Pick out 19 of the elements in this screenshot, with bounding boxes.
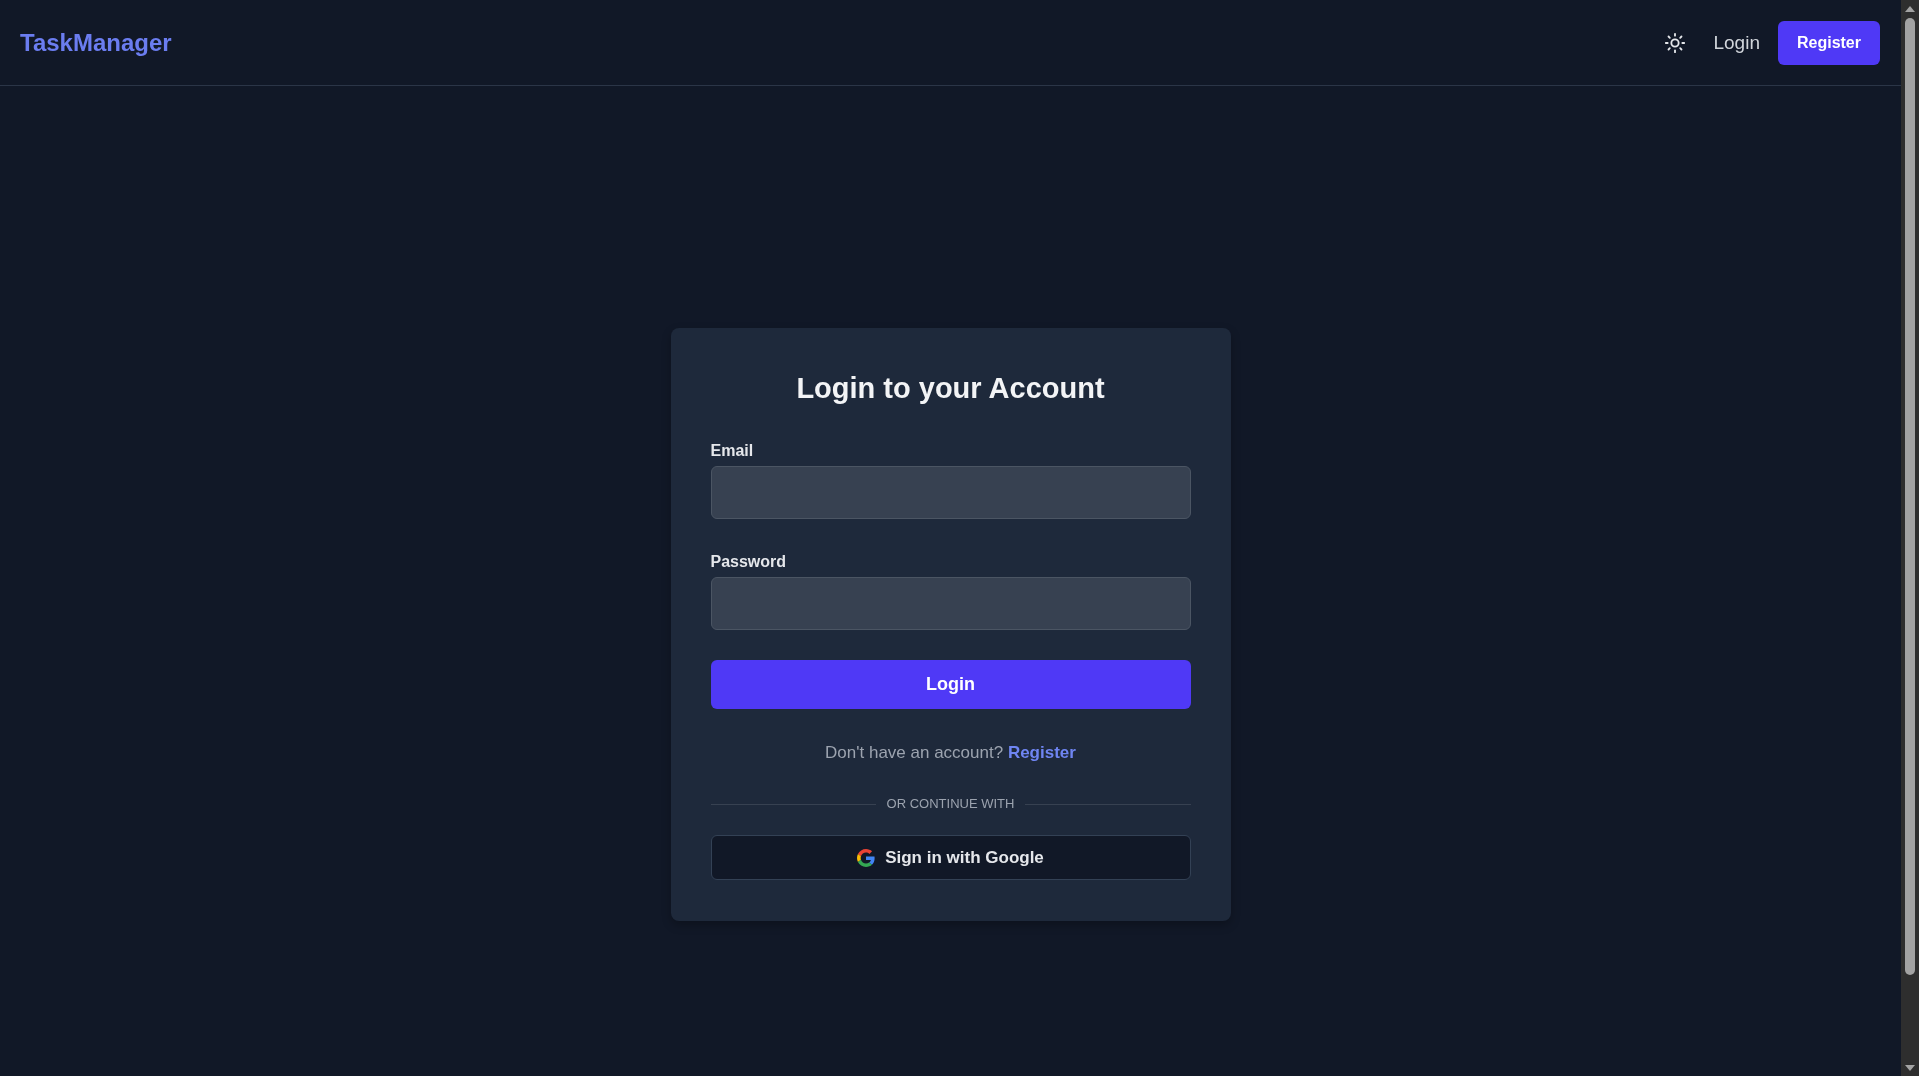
- input-field[interactable]: [710, 466, 1191, 519]
- card-title: Login to your Account: [795, 371, 1106, 406]
- signup-prompt: Don't have an account? Register: [824, 742, 1077, 764]
- register-link[interactable]: Register: [1007, 743, 1076, 762]
- down-arrow-icon[interactable]: [1905, 1065, 1915, 1071]
- field-label: Email: [710, 441, 754, 461]
- logo-link[interactable]: TaskManager: [20, 27, 172, 58]
- scrollbar[interactable]: [1901, 0, 1919, 1076]
- field-label: Password: [710, 552, 787, 572]
- scrollbar-thumb[interactable]: [1905, 18, 1915, 975]
- google-sign-in-button[interactable]: Sign in with Google: [710, 835, 1191, 880]
- login-link[interactable]: Login: [1713, 30, 1760, 55]
- divider-text: OR CONTINUE WITH: [886, 795, 1015, 813]
- google-g-icon: [857, 848, 876, 867]
- sun-icon[interactable]: [1664, 31, 1687, 54]
- register-button[interactable]: Register: [1777, 20, 1880, 65]
- up-arrow-icon[interactable]: [1905, 6, 1915, 12]
- login-button[interactable]: Login: [710, 660, 1191, 709]
- input-field[interactable]: [710, 577, 1191, 630]
